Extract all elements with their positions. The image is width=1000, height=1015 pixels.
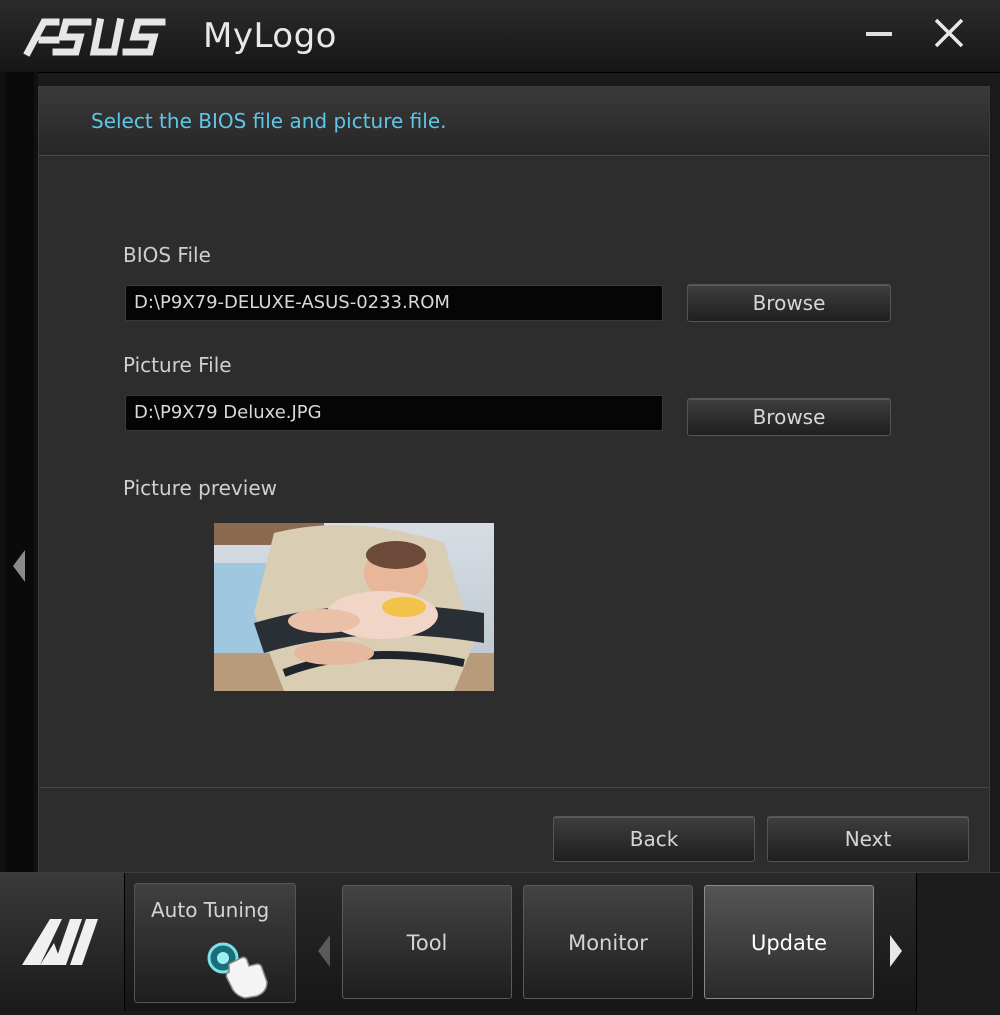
dock-end-panel	[916, 873, 1000, 1011]
bios-file-label: BIOS File	[123, 243, 211, 267]
footer-divider	[39, 787, 989, 788]
dock-update-button[interactable]: Update	[704, 885, 874, 999]
panel-header: Select the BIOS file and picture file.	[39, 87, 989, 156]
chevron-left-icon	[13, 550, 25, 582]
asus-logo	[22, 12, 172, 64]
auto-tuning-button[interactable]: Auto Tuning	[134, 883, 296, 1003]
ai-logo-icon	[22, 919, 98, 965]
auto-tuning-label: Auto Tuning	[151, 898, 270, 922]
bios-browse-button[interactable]: Browse	[687, 284, 891, 322]
dock-monitor-button[interactable]: Monitor	[523, 885, 693, 999]
picture-preview-label: Picture preview	[123, 476, 277, 500]
back-button[interactable]: Back	[553, 816, 755, 862]
left-rail	[0, 72, 38, 872]
next-button[interactable]: Next	[767, 816, 969, 862]
bios-file-field[interactable]: D:\P9X79-DELUXE-ASUS-0233.ROM	[125, 285, 663, 321]
picture-preview-image	[214, 523, 494, 691]
minimize-button[interactable]	[856, 10, 904, 58]
dock-tool-button[interactable]: Tool	[342, 885, 512, 999]
chevron-left-icon	[318, 935, 330, 967]
app-title: MyLogo	[203, 16, 337, 56]
main-panel: Select the BIOS file and picture file. B…	[38, 86, 990, 874]
close-button[interactable]	[926, 10, 974, 58]
touch-hand-icon	[207, 942, 268, 999]
close-icon	[934, 18, 964, 48]
dock-scroll-left[interactable]	[314, 931, 334, 975]
dock-scroll-right[interactable]	[886, 931, 906, 975]
picture-file-label: Picture File	[123, 353, 232, 377]
bottom-dock: Auto Tuning Tool Monitor Update	[0, 872, 1000, 1011]
chevron-right-icon	[890, 935, 902, 967]
picture-browse-button[interactable]: Browse	[687, 398, 891, 436]
title-bar: MyLogo	[0, 0, 1000, 73]
instruction-text: Select the BIOS file and picture file.	[91, 109, 447, 133]
ai-suite-home[interactable]	[0, 873, 125, 1011]
sidebar-expand-arrow[interactable]	[9, 546, 29, 590]
picture-file-field[interactable]: D:\P9X79 Deluxe.JPG	[125, 395, 663, 431]
